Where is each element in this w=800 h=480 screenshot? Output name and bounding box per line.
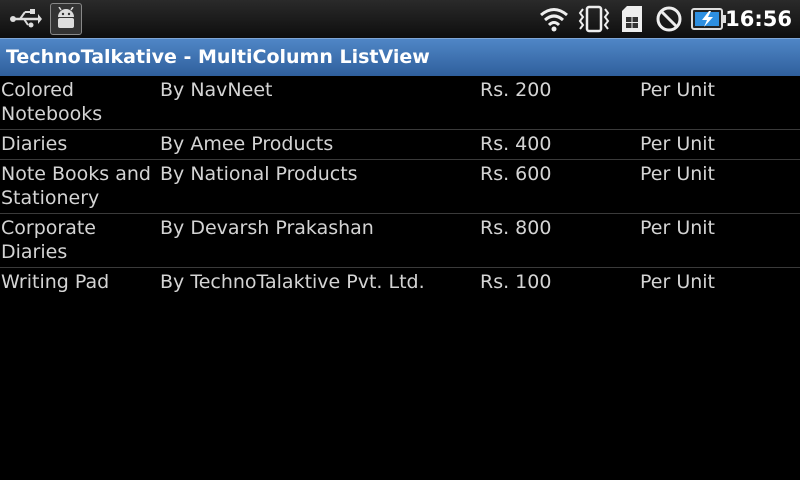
multi-column-list[interactable]: Colored Notebooks By NavNeet Rs. 200 Per… bbox=[0, 76, 800, 298]
item-price: Rs. 400 bbox=[480, 133, 552, 155]
item-supplier: By TechnoTalaktive Pvt. Ltd. bbox=[160, 271, 425, 293]
battery-charging-icon bbox=[690, 0, 728, 38]
item-supplier: By National Products bbox=[160, 163, 358, 185]
app-title: TechnoTalkative - MultiColumn ListView bbox=[6, 46, 430, 68]
item-supplier: By Devarsh Prakashan bbox=[160, 217, 374, 239]
item-price: Rs. 200 bbox=[480, 79, 552, 101]
item-name: Colored Notebooks bbox=[1, 79, 103, 125]
item-price: Rs. 800 bbox=[480, 217, 552, 239]
item-unit: Per Unit bbox=[640, 217, 715, 239]
item-name: Note Books and Stationery bbox=[1, 163, 151, 209]
usb-icon bbox=[8, 0, 44, 38]
item-unit: Per Unit bbox=[640, 79, 715, 101]
item-name: Corporate Diaries bbox=[1, 217, 96, 263]
sim-card-icon bbox=[618, 0, 646, 38]
status-bar: 16:56 bbox=[0, 0, 800, 38]
list-item[interactable]: Writing Pad By TechnoTalaktive Pvt. Ltd.… bbox=[0, 268, 800, 298]
list-item[interactable]: Corporate Diaries By Devarsh Prakashan R… bbox=[0, 214, 800, 268]
item-name: Writing Pad bbox=[1, 271, 110, 293]
item-price: Rs. 100 bbox=[480, 271, 552, 293]
item-supplier: By Amee Products bbox=[160, 133, 334, 155]
item-unit: Per Unit bbox=[640, 271, 715, 293]
list-item[interactable]: Note Books and Stationery By National Pr… bbox=[0, 160, 800, 214]
item-price: Rs. 600 bbox=[480, 163, 552, 185]
item-supplier: By NavNeet bbox=[160, 79, 273, 101]
title-bar: TechnoTalkative - MultiColumn ListView bbox=[0, 38, 800, 76]
wifi-icon bbox=[538, 0, 570, 38]
item-unit: Per Unit bbox=[640, 133, 715, 155]
no-signal-icon bbox=[654, 0, 684, 38]
status-time: 16:56 bbox=[725, 7, 792, 31]
list-item[interactable]: Colored Notebooks By NavNeet Rs. 200 Per… bbox=[0, 76, 800, 130]
item-unit: Per Unit bbox=[640, 163, 715, 185]
android-debug-icon bbox=[50, 0, 82, 38]
item-name: Diaries bbox=[1, 133, 68, 155]
vibrate-icon bbox=[576, 0, 612, 38]
list-item[interactable]: Diaries By Amee Products Rs. 400 Per Uni… bbox=[0, 130, 800, 160]
